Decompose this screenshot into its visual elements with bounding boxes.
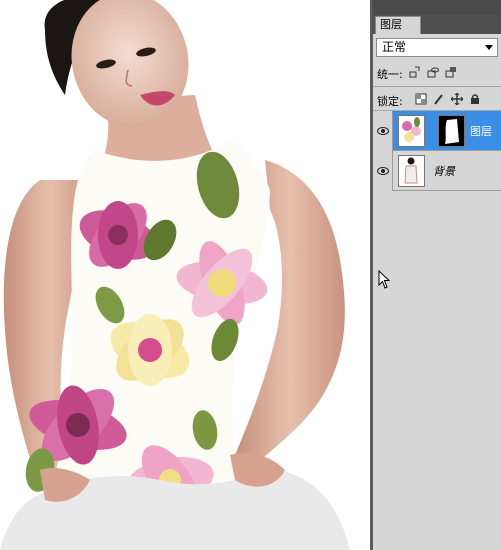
layer-name[interactable]: 背景 xyxy=(433,163,455,179)
layers-panel: 图层 正常 统一: 锁定: 图层 背景 xyxy=(373,0,501,550)
document-canvas[interactable] xyxy=(0,0,370,550)
blend-mode-value: 正常 xyxy=(382,40,407,54)
lock-all-icon[interactable] xyxy=(469,93,481,105)
lock-label: 锁定: xyxy=(377,95,403,108)
layer-visibility-toggle[interactable] xyxy=(373,111,393,151)
photo-image xyxy=(0,0,370,550)
layer-row-layer[interactable]: 图层 xyxy=(373,111,501,151)
layer-thumbnail[interactable] xyxy=(398,115,425,147)
unify-style-icon[interactable] xyxy=(445,66,457,78)
panel-title-bar[interactable] xyxy=(373,0,501,14)
lock-move-icon[interactable] xyxy=(451,93,463,105)
eye-icon xyxy=(376,127,389,135)
unify-visibility-icon[interactable] xyxy=(427,66,439,78)
layer-visibility-toggle[interactable] xyxy=(373,151,393,191)
mouse-cursor-icon xyxy=(378,269,392,293)
lock-transparent-icon[interactable] xyxy=(415,93,427,105)
unify-label: 统一: xyxy=(377,68,403,81)
blend-mode-select[interactable]: 正常 xyxy=(376,38,498,57)
unify-position-icon[interactable] xyxy=(409,66,421,78)
chevron-down-icon xyxy=(485,45,493,50)
layer-row-background[interactable]: 背景 xyxy=(373,151,501,191)
panel-tab-row: 图层 xyxy=(373,14,501,34)
lock-paint-icon[interactable] xyxy=(433,93,445,105)
layer-mask-thumbnail[interactable] xyxy=(438,115,465,147)
layer-thumbnail[interactable] xyxy=(398,155,425,187)
tab-layers[interactable]: 图层 xyxy=(375,16,421,34)
panel-separator xyxy=(373,86,501,87)
eye-icon xyxy=(376,167,389,175)
layer-name[interactable]: 图层 xyxy=(470,123,492,139)
